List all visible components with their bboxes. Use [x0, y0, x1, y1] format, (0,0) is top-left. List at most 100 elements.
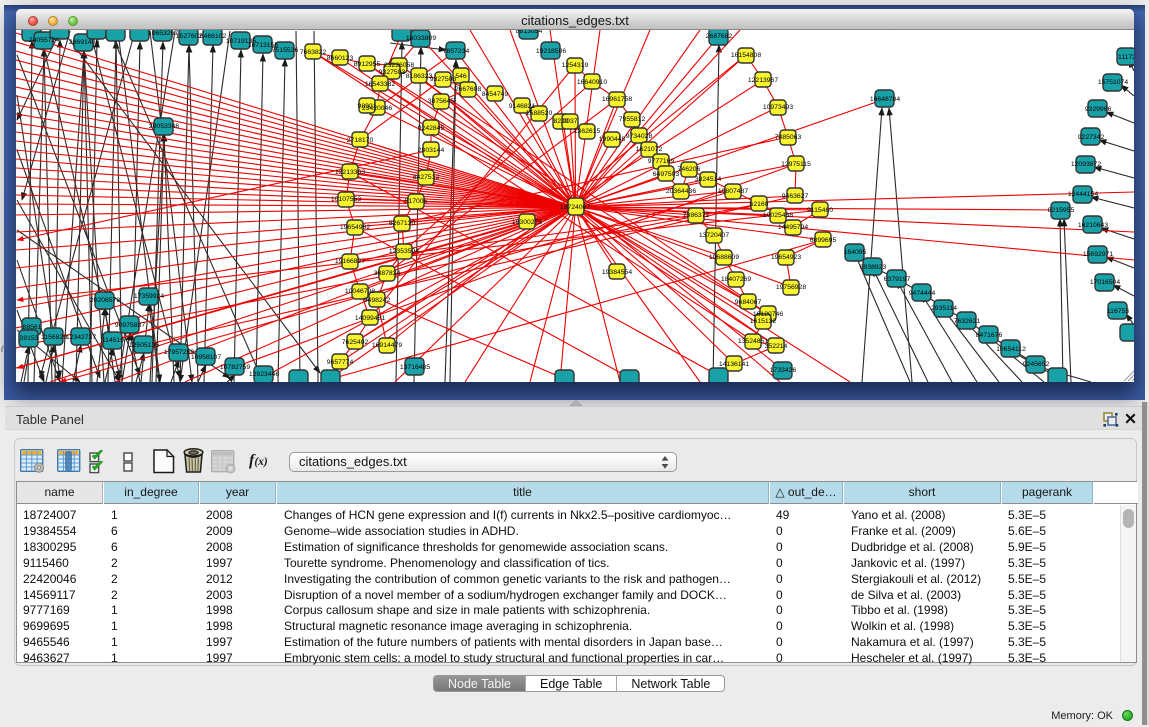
- svg-text:16033809: 16033809: [406, 35, 436, 42]
- svg-text:1733426: 1733426: [770, 367, 797, 374]
- svg-text:19756928: 19756928: [776, 284, 806, 291]
- svg-text:10107553: 10107553: [331, 196, 361, 203]
- svg-text:1156829: 1156829: [41, 334, 67, 341]
- svg-text:39153: 39153: [20, 335, 39, 342]
- svg-text:8471676: 8471676: [976, 332, 1003, 339]
- svg-text:13716485: 13716485: [400, 364, 430, 371]
- svg-text:20364436: 20364436: [666, 188, 696, 195]
- svg-text:10653267: 10653267: [148, 30, 178, 37]
- svg-text:16648784: 16648784: [870, 96, 900, 103]
- svg-text:10025438: 10025438: [763, 212, 793, 219]
- svg-text:7632621: 7632621: [954, 318, 981, 325]
- svg-text:12213967: 12213967: [748, 77, 778, 84]
- svg-text:15751074: 15751074: [1098, 79, 1128, 86]
- svg-text:16961758: 16961758: [602, 96, 632, 103]
- svg-text:19654923: 19654923: [771, 254, 801, 261]
- svg-text:12975115: 12975115: [781, 161, 811, 168]
- svg-text:19166827: 19166827: [335, 258, 365, 265]
- svg-text:7663822: 7663822: [300, 49, 327, 56]
- svg-text:19384554: 19384554: [602, 269, 632, 276]
- svg-text:17016504: 17016504: [1090, 279, 1120, 286]
- svg-text:9245652: 9245652: [1023, 361, 1050, 368]
- svg-text:9327508: 9327508: [430, 76, 457, 83]
- svg-text:9657774: 9657774: [327, 359, 354, 366]
- svg-text:1615132: 1615132: [750, 318, 777, 325]
- svg-text:13720407: 13720407: [699, 232, 729, 239]
- svg-text:9329966: 9329966: [1085, 106, 1112, 113]
- svg-text:8813054: 8813054: [516, 30, 543, 35]
- svg-text:16914479: 16914479: [372, 342, 402, 349]
- svg-text:1362615: 1362615: [574, 128, 601, 135]
- svg-text:19300273: 19300273: [512, 219, 542, 226]
- svg-text:2667608: 2667608: [455, 86, 482, 93]
- svg-text:3875645: 3875645: [428, 98, 455, 105]
- svg-text:8912955: 8912955: [354, 61, 381, 68]
- svg-text:2037: 2037: [562, 118, 577, 125]
- svg-text:2935114: 2935114: [931, 305, 957, 312]
- svg-text:20206578: 20206578: [90, 297, 120, 304]
- svg-text:16640910: 16640910: [577, 79, 607, 86]
- svg-text:10958107: 10958107: [191, 354, 221, 361]
- svg-text:20691406: 20691406: [69, 39, 99, 46]
- svg-text:16543382: 16543382: [365, 81, 395, 88]
- svg-text:1254319: 1254319: [562, 62, 589, 69]
- svg-text:17957253: 17957253: [164, 349, 194, 356]
- svg-text:16210643: 16210643: [1078, 222, 1108, 229]
- svg-text:9146821: 9146821: [509, 103, 536, 110]
- svg-text:817006: 817006: [405, 198, 428, 205]
- svg-text:14495794: 14495794: [778, 224, 808, 231]
- svg-text:6899695: 6899695: [810, 237, 837, 244]
- svg-text:9684067: 9684067: [735, 299, 762, 306]
- svg-text:10688609: 10688609: [709, 254, 739, 261]
- svg-text:352214: 352214: [765, 343, 788, 350]
- svg-text:2718170: 2718170: [347, 137, 374, 144]
- svg-text:17359924: 17359924: [134, 293, 164, 300]
- svg-text:114519: 114519: [102, 337, 124, 344]
- svg-text:1588520: 1588520: [526, 110, 553, 117]
- svg-text:9734028: 9734028: [626, 133, 653, 140]
- svg-text:3824514: 3824514: [695, 176, 722, 183]
- svg-text:9115460: 9115460: [807, 207, 833, 214]
- svg-text:8938923: 8938923: [860, 264, 887, 271]
- svg-text:12505135: 12505135: [129, 342, 159, 349]
- svg-text:7625402: 7625402: [342, 339, 369, 346]
- svg-text:18724007: 18724007: [560, 204, 590, 211]
- svg-text:8660123: 8660123: [327, 55, 354, 62]
- svg-text:12353594: 12353594: [389, 248, 419, 255]
- svg-text:14099481: 14099481: [355, 315, 385, 322]
- svg-text:19218506: 19218506: [536, 48, 566, 55]
- svg-text:10046798: 10046798: [345, 288, 375, 295]
- svg-text:8267130: 8267130: [389, 220, 416, 227]
- svg-text:15692971: 15692971: [1083, 251, 1113, 258]
- svg-text:12213363: 12213363: [335, 169, 365, 176]
- svg-text:98901: 98901: [358, 103, 377, 110]
- svg-text:116753: 116753: [1107, 308, 1129, 315]
- svg-text:3887834: 3887834: [374, 270, 401, 277]
- svg-text:9498242: 9498242: [364, 297, 391, 304]
- svg-text:1621072: 1621072: [636, 146, 663, 153]
- svg-text:7857234: 7857234: [443, 48, 470, 55]
- svg-text:88561: 88561: [23, 324, 42, 331]
- svg-text:7386372: 7386372: [683, 212, 710, 219]
- svg-text:9463627: 9463627: [782, 193, 809, 200]
- svg-text:16120746: 16120746: [753, 311, 783, 318]
- svg-text:8427512: 8427512: [413, 174, 440, 181]
- svg-text:2803144: 2803144: [418, 147, 445, 154]
- svg-text:11172: 11172: [1118, 54, 1134, 61]
- svg-text:2687682: 2687682: [706, 33, 733, 40]
- svg-text:7515526: 7515526: [272, 47, 299, 54]
- svg-text:7485063: 7485063: [775, 134, 802, 141]
- svg-text:10782759: 10782759: [220, 364, 250, 371]
- svg-text:12923446: 12923446: [249, 371, 279, 378]
- svg-text:10654112: 10654112: [996, 346, 1026, 353]
- svg-text:9327503: 9327503: [379, 69, 406, 76]
- svg-text:8215955: 8215955: [1048, 207, 1075, 214]
- svg-text:8186323: 8186323: [406, 73, 433, 80]
- svg-text:24055724: 24055724: [29, 37, 59, 44]
- svg-text:12093872: 12093872: [1071, 161, 1101, 168]
- svg-text:9227342: 9227342: [1078, 134, 1105, 141]
- svg-text:9242845: 9242845: [418, 125, 445, 132]
- svg-text:16154808: 16154808: [731, 52, 761, 59]
- svg-text:10807487: 10807487: [718, 188, 748, 195]
- svg-text:164095: 164095: [844, 249, 867, 256]
